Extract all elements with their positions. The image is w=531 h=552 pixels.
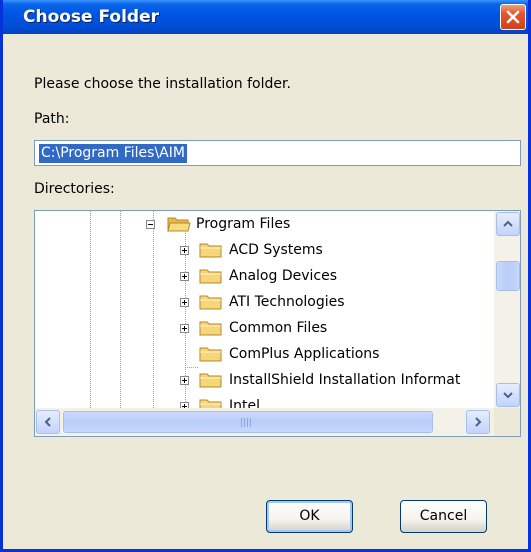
- close-icon: [506, 10, 520, 24]
- scroll-down-button[interactable]: [496, 383, 520, 407]
- ok-button[interactable]: OK: [266, 500, 353, 533]
- folder-icon: [199, 243, 222, 258]
- vertical-scrollbar[interactable]: [494, 211, 520, 408]
- folder-icon: [199, 373, 222, 388]
- tree-item-complus-applications[interactable]: ComPlus Applications: [229, 346, 379, 362]
- scroll-left-button[interactable]: [36, 410, 60, 434]
- cancel-button[interactable]: Cancel: [400, 500, 487, 533]
- scroll-grip: [244, 418, 245, 427]
- tree-item-acd-systems[interactable]: ACD Systems: [229, 242, 323, 258]
- tree-guide-line: [185, 367, 198, 368]
- chevron-down-icon: [503, 392, 513, 399]
- expand-toggle[interactable]: [180, 246, 189, 255]
- scroll-up-button[interactable]: [496, 212, 520, 236]
- path-input[interactable]: C:\Program Files\AIM: [34, 140, 521, 166]
- tree-item-installshield[interactable]: InstallShield Installation Informat: [229, 372, 460, 388]
- scroll-grip: [241, 418, 242, 427]
- title-bar[interactable]: Choose Folder: [3, 0, 528, 34]
- scroll-grip: [250, 418, 251, 427]
- expand-toggle[interactable]: [180, 324, 189, 333]
- tree-item-ati-technologies[interactable]: ATI Technologies: [229, 294, 345, 310]
- tree-item-program-files[interactable]: Program Files: [196, 216, 290, 232]
- horizontal-scroll-thumb[interactable]: [63, 411, 433, 433]
- path-input-value[interactable]: C:\Program Files\AIM: [39, 144, 187, 163]
- chevron-up-icon: [503, 220, 513, 227]
- scroll-grip: [247, 418, 248, 427]
- tree-item-common-files[interactable]: Common Files: [229, 320, 327, 336]
- collapse-toggle[interactable]: [146, 220, 155, 229]
- chevron-right-icon: [475, 417, 482, 427]
- scrollbar-corner: [494, 408, 520, 436]
- folder-icon: [199, 321, 222, 336]
- directories-label: Directories:: [34, 181, 115, 197]
- close-button[interactable]: [500, 4, 526, 30]
- folder-icon: [199, 347, 222, 362]
- expand-toggle[interactable]: [180, 298, 189, 307]
- tree-item-analog-devices[interactable]: Analog Devices: [229, 268, 337, 284]
- expand-toggle[interactable]: [180, 272, 189, 281]
- folder-icon: [199, 295, 222, 310]
- directory-tree[interactable]: Program Files ACD Systems Analog Devices…: [34, 210, 521, 437]
- scroll-right-button[interactable]: [466, 410, 490, 434]
- path-label: Path:: [34, 111, 70, 127]
- tree-guide-line: [153, 211, 154, 408]
- tree-guide-line: [90, 211, 91, 408]
- folder-open-icon: [167, 217, 191, 232]
- horizontal-scrollbar[interactable]: [35, 408, 494, 436]
- tree-guide-line: [120, 211, 121, 408]
- window-title: Choose Folder: [23, 7, 160, 27]
- expand-toggle[interactable]: [180, 376, 189, 385]
- folder-icon: [199, 269, 222, 284]
- prompt-text: Please choose the installation folder.: [34, 76, 291, 92]
- choose-folder-dialog: Choose Folder Please choose the installa…: [0, 0, 531, 552]
- vertical-scroll-thumb[interactable]: [496, 261, 520, 291]
- chevron-left-icon: [44, 417, 51, 427]
